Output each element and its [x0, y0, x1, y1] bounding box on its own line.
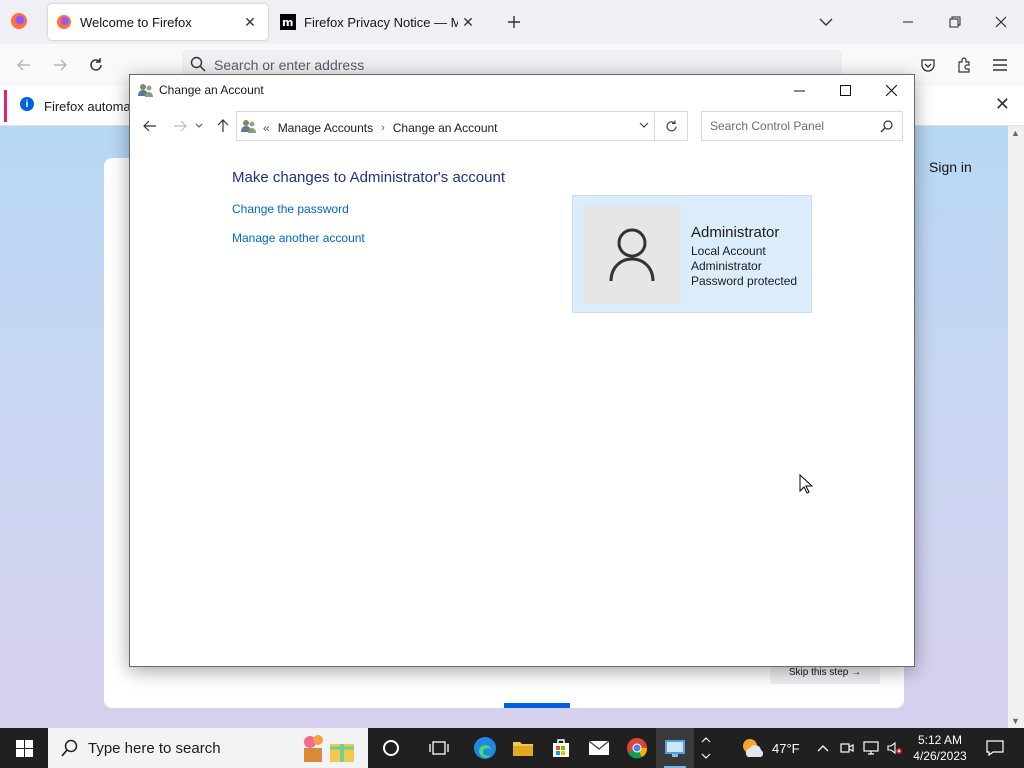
forward-arrow-icon[interactable]: [48, 53, 72, 77]
search-placeholder: Search Control Panel: [710, 119, 825, 133]
extensions-icon[interactable]: [952, 53, 976, 77]
windows-logo-icon: [15, 739, 33, 757]
manage-another-account-link[interactable]: Manage another account: [232, 231, 365, 245]
address-placeholder: Search or enter address: [214, 57, 365, 73]
browser-close-icon[interactable]: [987, 8, 1015, 36]
tab-welcome-firefox[interactable]: Welcome to Firefox ✕: [48, 4, 268, 40]
change-password-link[interactable]: Change the password: [232, 202, 349, 216]
chrome-icon[interactable]: [618, 728, 656, 768]
refresh-icon[interactable]: [654, 111, 688, 141]
browser-restore-icon[interactable]: [941, 8, 969, 36]
account-password-status: Password protected: [691, 274, 798, 288]
minimize-icon[interactable]: [776, 75, 822, 105]
mouse-cursor-icon: [799, 473, 814, 497]
list-all-tabs-icon[interactable]: [814, 10, 838, 34]
address-dropdown-icon[interactable]: [639, 118, 649, 132]
page-scrollbar[interactable]: ▲ ▼: [1008, 126, 1024, 728]
breadcrumb: « Manage Accounts › Change an Account: [241, 118, 498, 137]
up-arrow-icon[interactable]: [213, 117, 233, 135]
breadcrumb-overflow[interactable]: «: [263, 121, 270, 135]
user-accounts-icon: [138, 82, 154, 101]
account-name: Administrator: [691, 224, 780, 241]
tab-label: Welcome to Firefox: [80, 14, 192, 30]
sign-in-link[interactable]: Sign in: [929, 159, 972, 175]
mozilla-favicon-icon: m: [280, 14, 296, 30]
window-title-bar[interactable]: Change an Account: [130, 75, 914, 105]
change-account-window: Change an Account « Manage Accounts › Ch…: [129, 74, 915, 667]
back-arrow-icon[interactable]: [12, 53, 36, 77]
tab-privacy-notice[interactable]: m Firefox Privacy Notice — Mozilla ✕: [272, 4, 486, 40]
close-icon[interactable]: [868, 75, 914, 105]
firefox-favicon-icon: [56, 14, 72, 30]
network-icon[interactable]: [860, 728, 882, 768]
scroll-up-icon[interactable]: ▲: [1011, 128, 1020, 138]
breadcrumb-chevron-icon[interactable]: ›: [381, 122, 385, 134]
search-icon[interactable]: [880, 119, 894, 136]
start-button[interactable]: [0, 728, 48, 768]
onboarding-progress-bar: [504, 703, 570, 708]
tab-label: Firefox Privacy Notice — Mozilla: [304, 14, 458, 30]
meet-now-icon[interactable]: [836, 728, 858, 768]
taskbar: Type here to search 47°F 5:12 AM 4/26/20…: [0, 728, 1024, 768]
scroll-down-icon[interactable]: ▼: [1011, 716, 1020, 726]
weather-temperature[interactable]: 47°F: [772, 741, 800, 756]
search-icon: [190, 56, 206, 75]
breadcrumb-change-account[interactable]: Change an Account: [393, 121, 498, 135]
control-panel-taskbar-icon[interactable]: [656, 728, 694, 768]
taskbar-scroll-arrows-icon[interactable]: [696, 728, 716, 768]
firefox-tab-bar: Welcome to Firefox ✕ m Firefox Privacy N…: [0, 0, 1024, 44]
firefox-menu-icon[interactable]: [10, 12, 30, 32]
tab-close-icon[interactable]: ✕: [458, 12, 478, 32]
task-view-icon[interactable]: [420, 728, 458, 768]
explorer-nav-bar: « Manage Accounts › Change an Account Se…: [130, 109, 914, 143]
taskbar-search-box[interactable]: Type here to search: [48, 728, 368, 768]
taskbar-search-placeholder: Type here to search: [88, 740, 221, 757]
file-explorer-icon[interactable]: [504, 728, 542, 768]
mail-icon[interactable]: [580, 728, 618, 768]
address-bar[interactable]: « Manage Accounts › Change an Account: [236, 111, 688, 141]
search-highlight-icon: [296, 732, 360, 767]
account-role: Administrator: [691, 259, 762, 273]
reload-icon[interactable]: [84, 53, 108, 77]
hamburger-menu-icon[interactable]: [988, 53, 1012, 77]
system-clock[interactable]: 5:12 AM 4/26/2023: [908, 732, 972, 764]
window-title: Change an Account: [159, 83, 264, 97]
maximize-icon[interactable]: [822, 75, 868, 105]
breadcrumb-manage-accounts[interactable]: Manage Accounts: [278, 121, 373, 135]
edge-icon[interactable]: [466, 728, 504, 768]
clock-date: 4/26/2023: [913, 749, 967, 763]
search-control-panel-input[interactable]: Search Control Panel: [701, 111, 903, 141]
back-arrow-icon[interactable]: [140, 117, 160, 135]
info-icon: i: [20, 97, 34, 111]
weather-icon[interactable]: [734, 728, 772, 768]
account-type: Local Account: [691, 244, 766, 258]
user-silhouette-icon: [609, 228, 655, 282]
avatar: [583, 206, 681, 304]
microsoft-store-icon[interactable]: [542, 728, 580, 768]
clock-time: 5:12 AM: [917, 733, 963, 747]
browser-minimize-icon[interactable]: [894, 8, 922, 36]
recent-locations-icon[interactable]: [192, 117, 206, 135]
control-panel-icon: [241, 118, 257, 137]
forward-arrow-icon[interactable]: [170, 117, 190, 135]
pocket-icon[interactable]: [916, 53, 940, 77]
notification-close-icon[interactable]: ✕: [995, 94, 1010, 115]
notification-accent-bar: [4, 90, 7, 122]
page-title: Make changes to Administrator's account: [232, 169, 506, 186]
svg-text:m: m: [282, 16, 293, 29]
show-hidden-icons-icon[interactable]: [812, 728, 834, 768]
new-tab-icon[interactable]: [502, 10, 526, 34]
search-icon: [61, 739, 79, 760]
volume-muted-icon[interactable]: [884, 728, 906, 768]
account-card[interactable]: Administrator Local Account Administrato…: [572, 195, 812, 313]
cortana-icon[interactable]: [372, 728, 410, 768]
tab-close-icon[interactable]: ✕: [240, 12, 260, 32]
notifications-icon[interactable]: [976, 728, 1014, 768]
